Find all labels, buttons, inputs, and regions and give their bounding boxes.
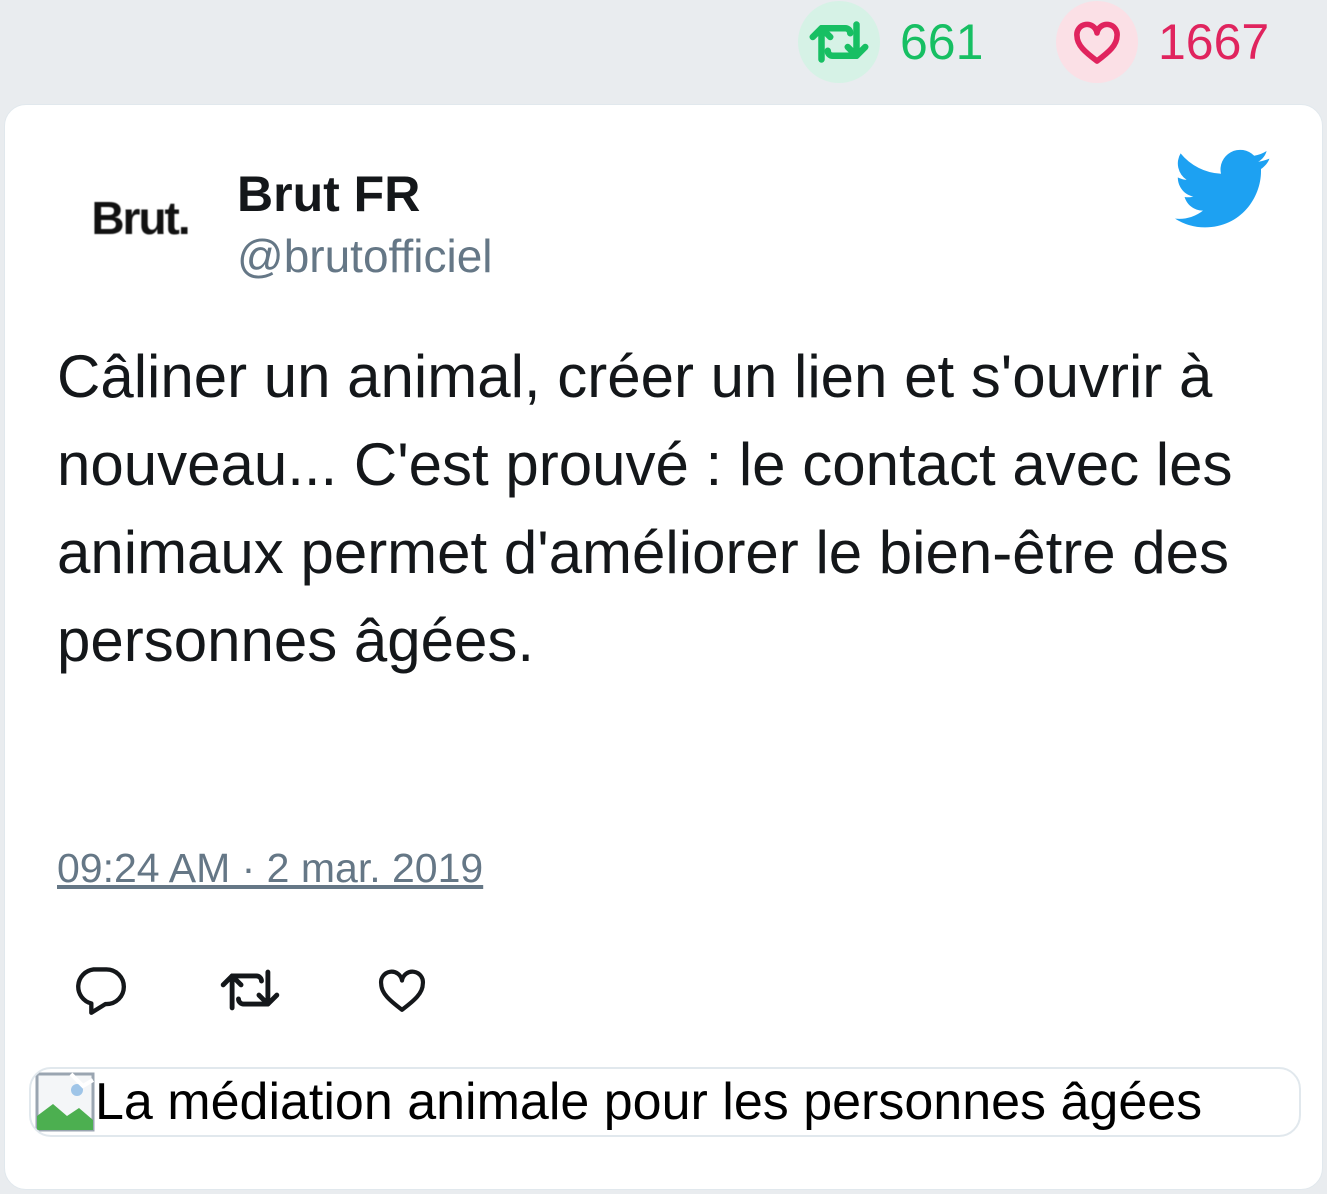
retweet-stat-icon[interactable]	[798, 1, 880, 83]
tweet-text: Câliner un animal, créer un lien et s'ou…	[57, 343, 1233, 674]
avatar[interactable]: Brut.	[65, 163, 215, 273]
twitter-bird-icon[interactable]	[1175, 149, 1271, 229]
retweet-count: 661	[900, 14, 984, 70]
tweet-media[interactable]: La médiation animale pour les personnes …	[29, 1067, 1301, 1137]
author-handle[interactable]: @brutofficiel	[237, 229, 493, 283]
broken-image-icon	[35, 1072, 95, 1132]
like-count: 1667	[1158, 14, 1270, 70]
like-stat[interactable]: 1667	[1056, 1, 1270, 83]
reply-icon	[76, 967, 126, 1015]
media-alt-text: La médiation animale pour les personnes …	[95, 1073, 1203, 1131]
author-name[interactable]: Brut FR	[237, 165, 420, 223]
retweet-icon	[220, 969, 280, 1011]
reply-button[interactable]	[67, 957, 133, 1023]
like-icon	[379, 969, 425, 1012]
engagement-stats: 661 1667	[0, 0, 1327, 100]
like-button[interactable]	[369, 957, 435, 1023]
tweet-actions	[67, 957, 435, 1023]
tweet-card: Brut. Brut FR @brutofficiel Câliner un a…	[4, 104, 1323, 1190]
retweet-button[interactable]	[217, 957, 283, 1023]
tweet-timestamp[interactable]: 09:24 AM · 2 mar. 2019	[57, 845, 483, 892]
avatar-logo: Brut.	[91, 192, 190, 244]
retweet-stat[interactable]: 661	[798, 1, 984, 83]
like-stat-icon[interactable]	[1056, 1, 1138, 83]
